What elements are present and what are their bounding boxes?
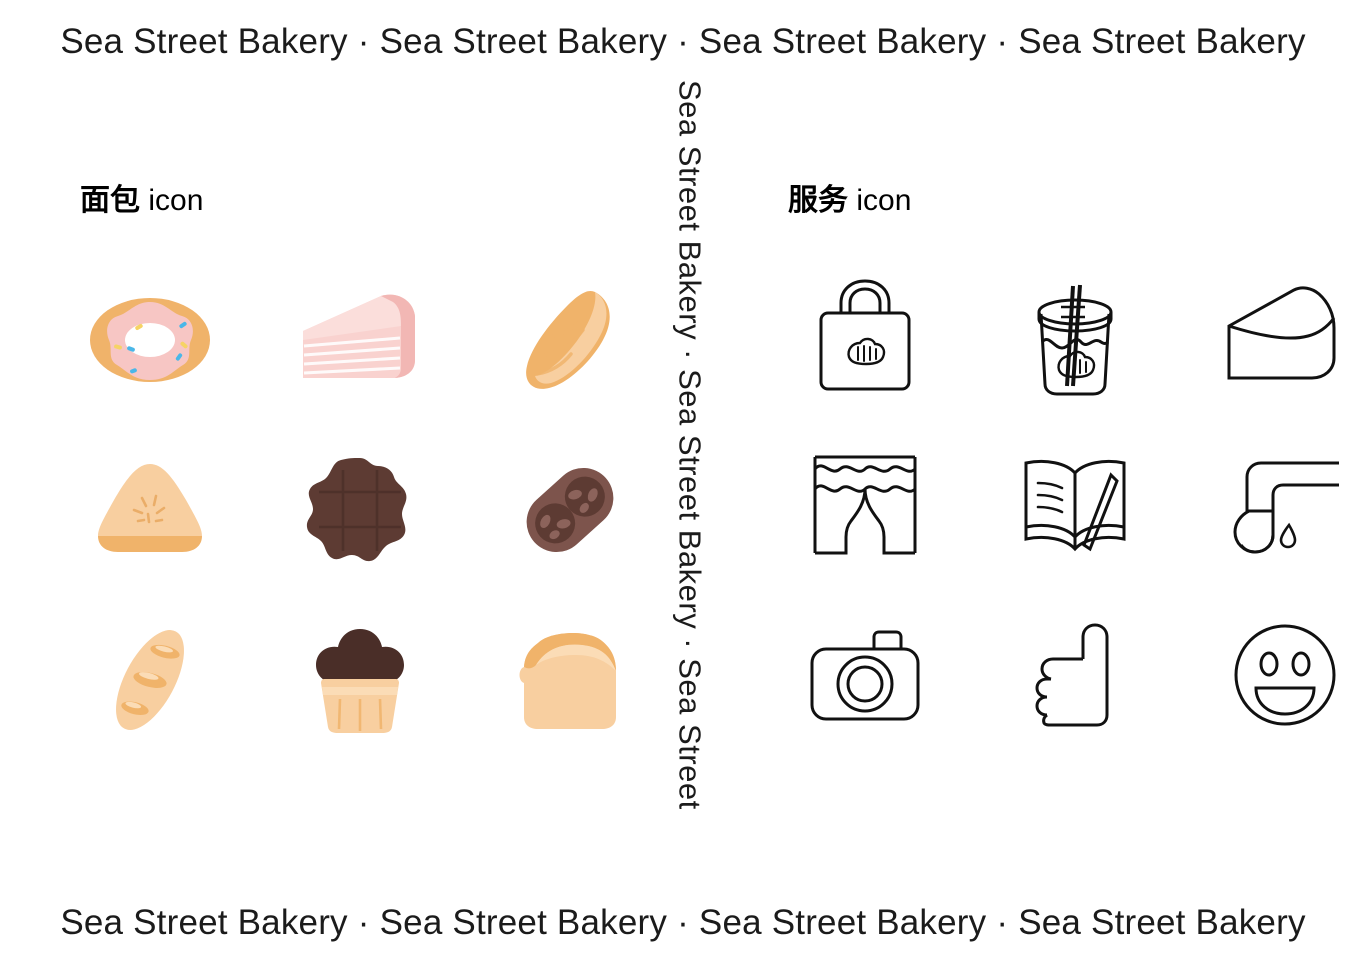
service-icon-cell[interactable] <box>1180 250 1366 420</box>
service-icon-cell[interactable] <box>970 420 1180 590</box>
vertical-marquee-text: Sea Street Bakery · Sea Street Bakery · … <box>672 80 708 810</box>
open-book-pencil-icon[interactable] <box>1014 453 1136 557</box>
shopping-bag-icon[interactable] <box>813 277 917 393</box>
toast-icon[interactable] <box>514 625 626 735</box>
service-icon-section: 服务 icon <box>720 0 1366 966</box>
service-icon-cell[interactable] <box>760 420 970 590</box>
cake-slice-outline-icon[interactable] <box>1224 284 1346 386</box>
marquee-separator: · <box>677 903 689 942</box>
marquee-item: Sea Street Bakery <box>379 903 668 942</box>
curtain-icon[interactable] <box>809 451 921 559</box>
bread-icon-cell[interactable] <box>45 425 255 595</box>
service-icon-cell[interactable] <box>760 590 970 760</box>
bread-section-title-latin: icon <box>148 184 204 217</box>
cake-slice-icon[interactable] <box>297 288 423 392</box>
faucet-icon[interactable] <box>1227 453 1343 557</box>
bread-icon-cell[interactable] <box>45 595 255 765</box>
chocolate-roll-icon[interactable] <box>512 454 628 566</box>
service-section-title-cjk: 服务 <box>788 184 848 217</box>
bottom-marquee-banner: Sea Street Bakery · Sea Street Bakery · Sea … <box>0 903 1366 943</box>
service-icon-cell[interactable] <box>1180 590 1366 760</box>
marquee-separator: · <box>677 22 689 61</box>
croissant-icon[interactable] <box>515 284 625 396</box>
bread-icon-cell[interactable] <box>465 255 675 425</box>
service-icon-cell[interactable] <box>970 250 1180 420</box>
smiley-face-icon[interactable] <box>1232 622 1338 728</box>
marquee-separator: · <box>996 903 1009 942</box>
bread-icon-section: 面包 icon <box>0 0 660 966</box>
camera-icon[interactable] <box>806 625 924 725</box>
bread-icon-cell[interactable] <box>255 255 465 425</box>
marquee-separator: · <box>357 903 370 942</box>
bread-icon-cell[interactable] <box>465 595 675 765</box>
bread-icon-cell[interactable] <box>255 425 465 595</box>
chocolate-cookie-icon[interactable] <box>306 456 414 564</box>
baguette-icon[interactable] <box>95 622 205 738</box>
donut-icon[interactable] <box>87 285 213 395</box>
service-section-title-latin: icon <box>856 184 912 217</box>
service-icon-cell[interactable] <box>760 250 970 420</box>
bread-section-title-cjk: 面包 <box>80 184 140 217</box>
service-icon-cell[interactable] <box>1180 420 1366 590</box>
service-icon-grid <box>760 250 1366 760</box>
drink-cup-icon[interactable] <box>1023 272 1127 398</box>
bread-icon-cell[interactable] <box>255 595 465 765</box>
scone-icon[interactable] <box>94 458 206 562</box>
bread-section-title: 面包 icon <box>80 175 203 219</box>
marquee-item: Sea Street Bakery <box>698 903 987 942</box>
service-icon-cell[interactable] <box>970 590 1180 760</box>
bread-icon-grid <box>45 255 675 765</box>
marquee-item: Sea Street Bakery <box>60 903 348 942</box>
bread-icon-cell[interactable] <box>465 425 675 595</box>
marquee-item: Sea Street Bakery <box>1018 903 1306 942</box>
bread-icon-cell[interactable] <box>45 255 255 425</box>
service-section-title: 服务 icon <box>788 175 911 219</box>
cupcake-icon[interactable] <box>308 623 412 737</box>
thumbs-up-icon[interactable] <box>1027 621 1123 729</box>
